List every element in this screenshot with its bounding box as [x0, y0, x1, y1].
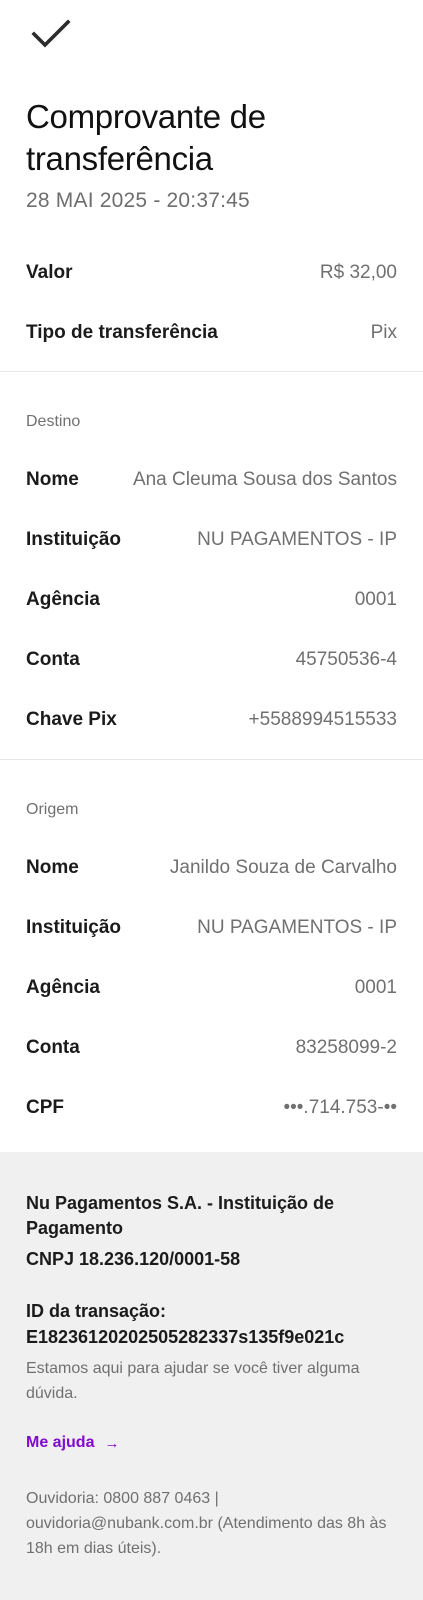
row-label: Conta	[26, 649, 80, 670]
origin-cpf-row: CPF •••.714.753-••	[26, 1093, 397, 1123]
transaction-id-value: E18236120202505282337s135f9e021c	[26, 1327, 345, 1347]
help-text: Estamos aqui para ajudar se você tiver a…	[26, 1360, 360, 1402]
company-name-line2: Pagamento	[26, 1218, 124, 1238]
row-value: Janildo Souza de Carvalho	[169, 857, 397, 878]
company-name-line1: Nu Pagamentos S.A. - Instituição de	[26, 1193, 335, 1213]
divider	[0, 759, 423, 760]
company-cnpj: CNPJ 18.236.120/0001-58	[26, 1249, 241, 1269]
arrow-right-icon: →	[104, 1434, 120, 1452]
divider	[0, 371, 423, 372]
destination-agency-row: Agência 0001	[26, 585, 397, 615]
transfer-type-value: Pix	[370, 322, 397, 343]
row-label: Agência	[26, 589, 100, 610]
row-value: Ana Cleuma Sousa dos Santos	[132, 469, 397, 490]
row-label: Nome	[26, 857, 79, 878]
row-label: Chave Pix	[26, 709, 117, 730]
amount-row: Valor R$ 32,00	[26, 258, 397, 288]
origin-institution-row: Instituição NU PAGAMENTOS - IP	[26, 913, 397, 943]
transfer-datetime: 28 MAI 2025 - 20:37:45	[26, 189, 250, 212]
destination-heading: Destino	[26, 413, 81, 430]
row-label: Agência	[26, 977, 100, 998]
row-value: 0001	[354, 589, 397, 610]
transfer-type-row: Tipo de transferência Pix	[26, 318, 397, 348]
destination-account-row: Conta 45750536-4	[26, 645, 397, 675]
row-value: 45750536-4	[295, 649, 397, 670]
help-link-label: Me ajuda	[26, 1434, 95, 1451]
row-label: Conta	[26, 1037, 80, 1058]
row-label: CPF	[26, 1097, 64, 1118]
row-value: NU PAGAMENTOS - IP	[197, 529, 397, 550]
row-value: NU PAGAMENTOS - IP	[197, 917, 397, 938]
row-label: Instituição	[26, 917, 122, 938]
amount-label: Valor	[26, 262, 73, 283]
origin-heading: Origem	[26, 801, 79, 818]
origin-account-row: Conta 83258099-2	[26, 1033, 397, 1063]
destination-pix-key-row: Chave Pix +5588994515533	[26, 705, 397, 735]
check-icon[interactable]	[30, 18, 74, 52]
row-value: 83258099-2	[295, 1037, 397, 1058]
page-title: Comprovante de transferência	[26, 98, 266, 177]
destination-institution-row: Instituição NU PAGAMENTOS - IP	[26, 525, 397, 555]
row-value: 0001	[354, 977, 397, 998]
row-value: +5588994515533	[248, 709, 397, 730]
row-label: Nome	[26, 469, 79, 490]
amount-value: R$ 32,00	[319, 262, 397, 283]
row-value: •••.714.753-••	[283, 1097, 397, 1118]
transaction-id-label: ID da transação:	[26, 1301, 167, 1321]
origin-agency-row: Agência 0001	[26, 973, 397, 1003]
transfer-type-label: Tipo de transferência	[26, 322, 218, 343]
ombudsman-text: Ouvidoria: 0800 887 0463 | ouvidoria@nub…	[26, 1490, 387, 1557]
origin-name-row: Nome Janildo Souza de Carvalho	[26, 853, 397, 883]
help-link[interactable]: Me ajuda →	[26, 1434, 119, 1452]
destination-name-row: Nome Ana Cleuma Sousa dos Santos	[26, 465, 397, 495]
row-label: Instituição	[26, 529, 122, 550]
